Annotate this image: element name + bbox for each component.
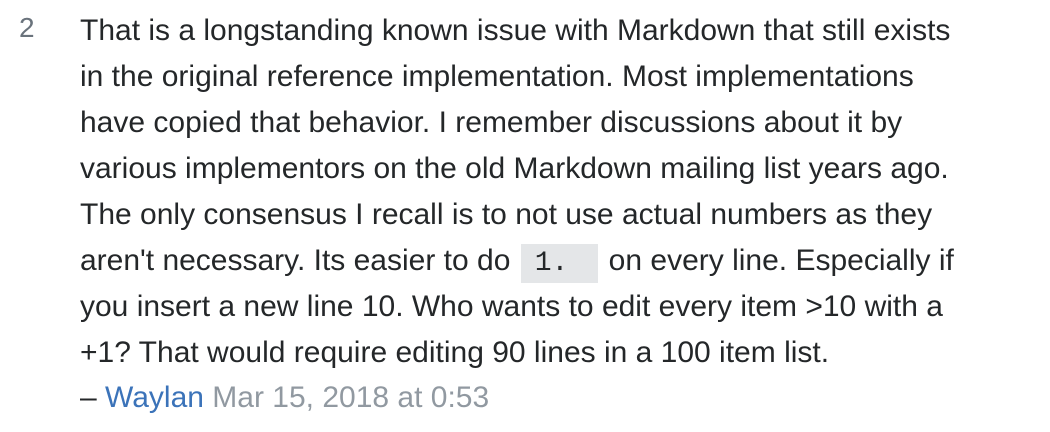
comment-dash: – bbox=[80, 381, 106, 414]
comment-score: 2 bbox=[19, 12, 35, 43]
comment-line-5: The only consensus I recall is to not us… bbox=[80, 198, 933, 231]
comment-line-8: +1? That would require editing 90 lines … bbox=[80, 336, 830, 369]
comment-line-6: aren't necessary. Its easier to do 1. on… bbox=[80, 238, 1040, 284]
comment-line-3: have copied that behavior. I remember di… bbox=[80, 106, 903, 139]
comment-line-7: you insert a new line 10. Who wants to e… bbox=[80, 290, 943, 323]
comment-line-6-after: on every line. Especially if bbox=[600, 244, 954, 277]
comment-line-6-before: aren't necessary. Its easier to do bbox=[80, 244, 519, 277]
comment-meta: – Waylan Mar 15, 2018 at 0:53 bbox=[80, 376, 1040, 420]
comment-line-1: That is a longstanding known issue with … bbox=[80, 14, 951, 47]
comment-line-2: in the original reference implementation… bbox=[80, 60, 914, 93]
comment-line-4: various implementors on the old Markdown… bbox=[80, 152, 949, 185]
inline-code: 1. bbox=[520, 244, 599, 283]
comment-author-link[interactable]: Waylan bbox=[105, 381, 204, 414]
comment-body: That is a longstanding known issue with … bbox=[80, 8, 1040, 420]
comment-timestamp[interactable]: Mar 15, 2018 at 0:53 bbox=[212, 381, 489, 414]
comment: 2 That is a longstanding known issue wit… bbox=[0, 0, 1050, 432]
